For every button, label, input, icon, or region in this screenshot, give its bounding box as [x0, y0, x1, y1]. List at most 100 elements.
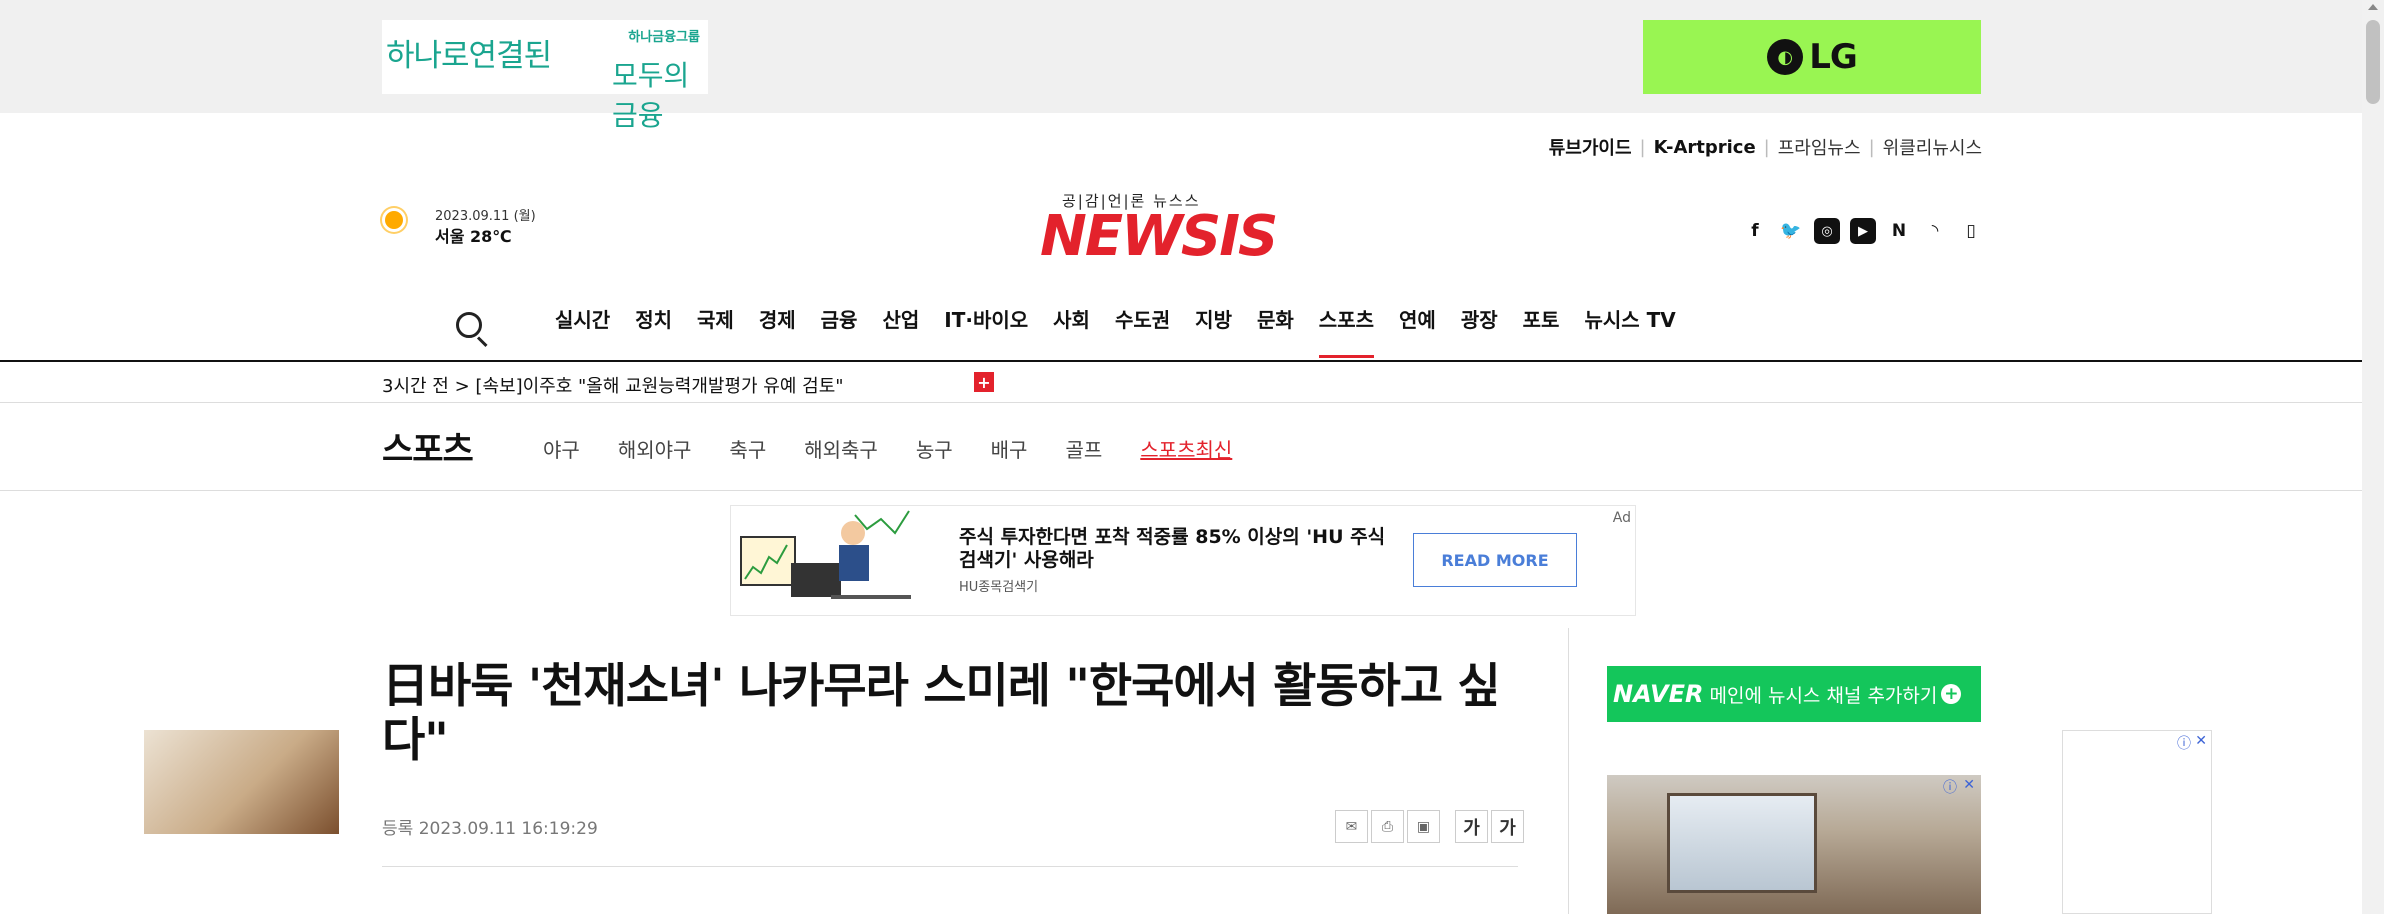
nav-item-finance[interactable]: 금융 [821, 306, 858, 358]
scroll-thumb[interactable] [2366, 20, 2380, 104]
hana-ad-group: 하나금융그룹 [628, 30, 700, 45]
adchoices-icon[interactable]: ⓘ [2177, 733, 2191, 753]
ticker-headline[interactable]: [속보]이주호 "올해 교원능력개발평가 유예 검토" [475, 376, 843, 397]
nav-item-realtime[interactable]: 실시간 [555, 306, 610, 358]
subnav-overseas-baseball[interactable]: 해외야구 [618, 434, 692, 463]
ad-title[interactable]: 주식 투자한다면 포착 적중률 85% 이상의 'HU 주식 검색기' 사용해라 [959, 526, 1399, 572]
article-dateline: 등록 2023.09.11 16:19:29 [382, 814, 598, 839]
naver-logo: NAVER [1613, 680, 1704, 708]
article-date: 2023.09.11 16:19:29 [418, 819, 598, 839]
social-icons: f 🐦 ◎ ▶ N ◝ ▯ [1742, 218, 1984, 244]
subnav-soccer[interactable]: 축구 [729, 434, 766, 463]
nav-item-international[interactable]: 국제 [697, 306, 734, 358]
print-icon[interactable]: ⎙ [1371, 810, 1404, 843]
youtube-icon[interactable]: ▶ [1850, 218, 1876, 244]
ticker-time: 3시간 전 [382, 376, 449, 397]
weather-temp: 서울 28℃ [435, 227, 512, 246]
ad-image [735, 509, 915, 613]
nav-item-photo[interactable]: 포토 [1523, 306, 1560, 358]
article-headline: 日바둑 '천재소녀' 나카무라 스미레 "한국에서 활동하고 싶다" [382, 659, 1501, 768]
nav-item-regional[interactable]: 지방 [1195, 306, 1232, 358]
lg-ad-text: LG [1809, 37, 1858, 77]
nav-item-sports[interactable]: 스포츠 [1318, 306, 1375, 358]
email-icon[interactable]: ✉ [1335, 810, 1368, 843]
ad-source: HU종목검색기 [959, 580, 1039, 595]
instagram-icon[interactable]: ◎ [1814, 218, 1840, 244]
hana-ad-text: 하나로연결된 [386, 38, 552, 74]
rss-icon[interactable]: ◝ [1922, 218, 1948, 244]
ext-link-primenews[interactable]: 프라임뉴스 [1778, 134, 1861, 160]
ext-link-weekly[interactable]: 위클리뉴시스 [1883, 134, 1982, 160]
top-ad-band: 하나로연결된 하나금융그룹 모두의 금융 ◐ LG [0, 0, 2384, 132]
ad-label: Ad [1612, 510, 1631, 526]
ticker-more-button[interactable]: + [974, 372, 994, 392]
lg-banner-ad[interactable]: ◐ LG [1643, 20, 1981, 94]
divider: | [1639, 136, 1646, 158]
article-tools: ✉ ⎙ ▣ 가 가 [1332, 810, 1524, 843]
newsis-logo[interactable]: 공|감|언|론 뉴스스 NEWSIS [1040, 190, 1330, 269]
search-icon-handle [476, 336, 488, 348]
column-divider [1568, 628, 1569, 914]
breaking-news-ticker[interactable]: 3시간 전 > [속보]이주호 "올해 교원능력개발평가 유예 검토" [382, 372, 844, 398]
facebook-icon[interactable]: f [1742, 218, 1768, 244]
stock-search-ad[interactable]: 주식 투자한다면 포착 적중률 85% 이상의 'HU 주식 검색기' 사용해라… [730, 505, 1636, 616]
naver-channel-banner[interactable]: NAVER 메인에 뉴시스 채널 추가하기 + [1607, 666, 1981, 722]
subnav-overseas-soccer[interactable]: 해외축구 [804, 434, 878, 463]
adchoices-icon[interactable]: ⓘ [1943, 777, 1957, 797]
font-increase-button[interactable]: 가 [1491, 810, 1524, 843]
main-nav: 실시간 정치 국제 경제 금융 산업 IT·바이오 사회 수도권 지방 문화 스… [555, 306, 1701, 358]
divider: | [1763, 136, 1770, 158]
nav-item-economy[interactable]: 경제 [759, 306, 796, 358]
subnav-sports-latest[interactable]: 스포츠최신 [1140, 434, 1232, 463]
hana-banner-ad[interactable]: 하나로연결된 하나금융그룹 모두의 금융 [382, 20, 708, 132]
nav-item-plaza[interactable]: 광장 [1461, 306, 1498, 358]
nav-item-it-bio[interactable]: IT·바이오 [944, 306, 1028, 358]
divider [0, 402, 2384, 403]
plus-icon: + [1941, 684, 1962, 704]
trader-illustration [740, 510, 911, 599]
nav-item-newsis-tv[interactable]: 뉴시스 TV [1584, 306, 1675, 358]
ticker-arrow: > [454, 376, 470, 397]
interior-ad[interactable]: ⓘ ✕ [1607, 775, 1981, 914]
section-title[interactable]: 스포츠 [382, 422, 474, 471]
nav-item-culture[interactable]: 문화 [1257, 306, 1294, 358]
right-side-ad[interactable]: ⓘ ✕ [2062, 730, 2212, 914]
lg-logo-icon: ◐ [1767, 39, 1804, 75]
font-decrease-button[interactable]: 가 [1455, 810, 1488, 843]
search-icon-ring [456, 312, 482, 338]
nav-item-entertainment[interactable]: 연예 [1399, 306, 1436, 358]
search-icon[interactable] [456, 312, 490, 348]
naver-banner-text: 메인에 뉴시스 채널 추가하기 [1709, 684, 1938, 707]
section-subnav: 야구 해외야구 축구 해외축구 농구 배구 골프 스포츠최신 [543, 434, 1270, 463]
mobile-icon[interactable]: ▯ [1958, 218, 1984, 244]
scroll-up-icon[interactable] [2368, 4, 2378, 10]
tool-spacer [1440, 810, 1452, 843]
ext-link-kartprice[interactable]: K-Artprice [1654, 137, 1756, 158]
date-label: 등록 [382, 819, 414, 839]
logo-wordmark: NEWSIS [1040, 204, 1278, 269]
page-scrollbar[interactable] [2362, 0, 2384, 914]
divider: | [1868, 136, 1875, 158]
naver-icon[interactable]: N [1886, 218, 1912, 244]
pdf-icon[interactable]: ▣ [1407, 810, 1440, 843]
ext-link-tubeguide[interactable]: 튜브가이드 [1549, 134, 1632, 160]
hana-ad-slogan: 모두의 금융 [612, 59, 690, 132]
sun-icon [385, 211, 403, 229]
weather-date: 2023.09.11 (월) [435, 209, 536, 224]
close-icon[interactable]: ✕ [2195, 733, 2207, 749]
subnav-volleyball[interactable]: 배구 [991, 434, 1028, 463]
nav-item-society[interactable]: 사회 [1053, 306, 1090, 358]
read-more-button[interactable]: READ MORE [1413, 533, 1577, 587]
nav-item-industry[interactable]: 산업 [882, 306, 919, 358]
nav-divider [0, 360, 2384, 362]
subnav-basketball[interactable]: 농구 [916, 434, 953, 463]
ad-image [1667, 793, 1817, 893]
close-icon[interactable]: ✕ [1963, 777, 1975, 793]
nav-item-politics[interactable]: 정치 [635, 306, 672, 358]
twitter-icon[interactable]: 🐦 [1778, 218, 1804, 244]
subnav-golf[interactable]: 골프 [1065, 434, 1102, 463]
side-product-ad[interactable] [144, 730, 339, 834]
subnav-baseball[interactable]: 야구 [543, 434, 580, 463]
external-links: 튜브가이드 | K-Artprice | 프라임뉴스 | 위클리뉴시스 [1549, 134, 1982, 160]
nav-item-capital[interactable]: 수도권 [1115, 306, 1170, 358]
